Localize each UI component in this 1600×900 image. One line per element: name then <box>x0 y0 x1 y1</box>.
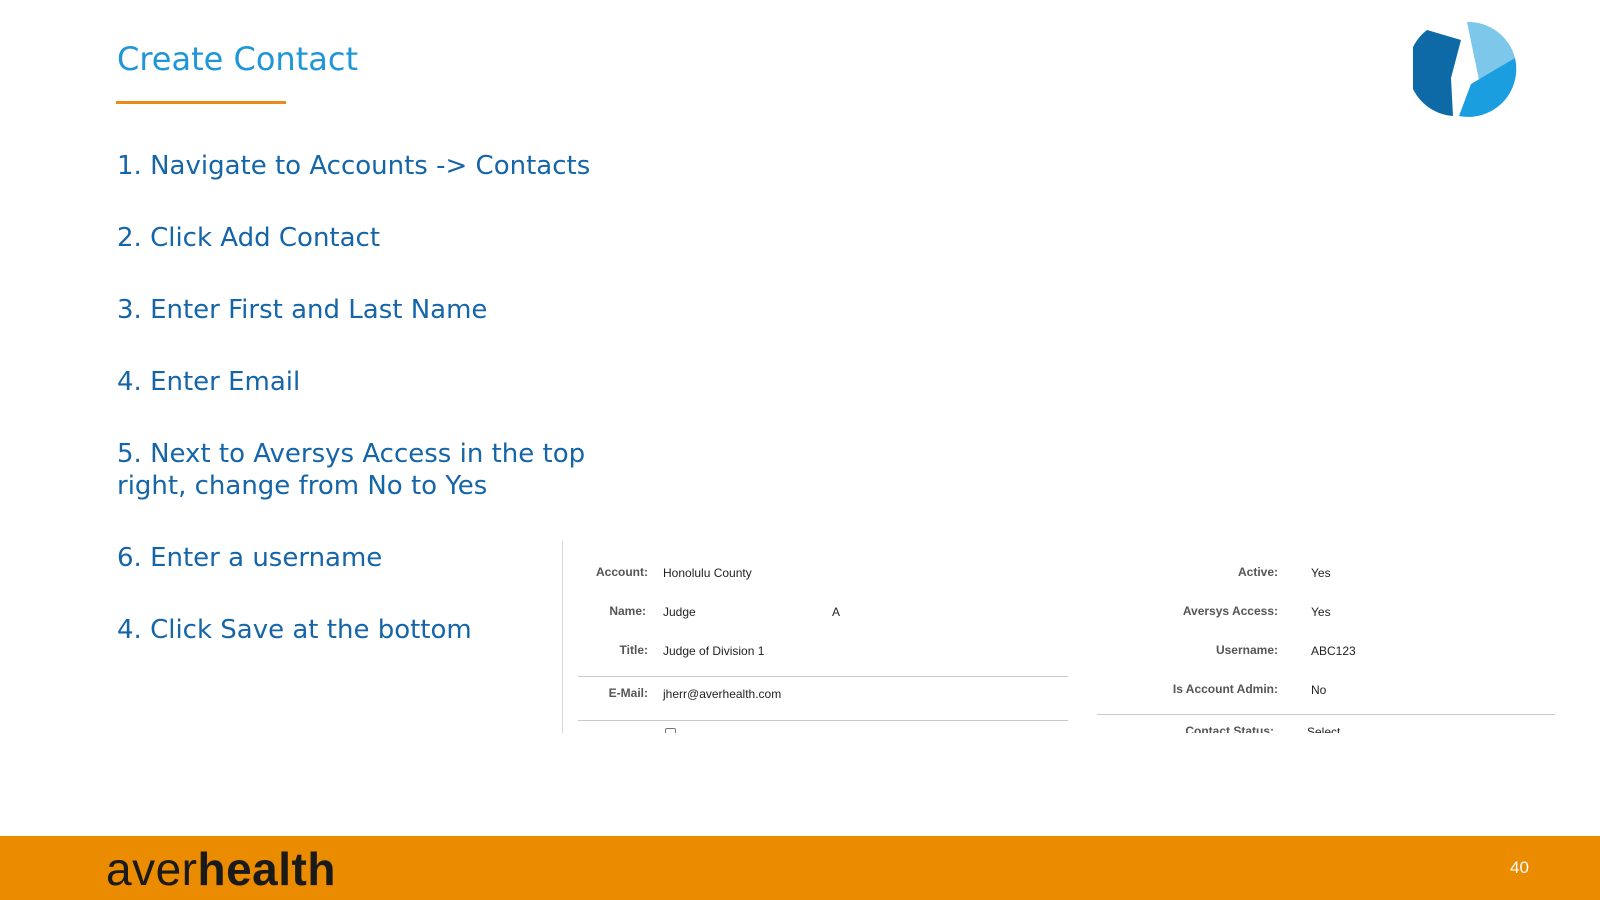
slide-title: Create Contact <box>117 40 358 78</box>
step-7: 4. Click Save at the bottom <box>117 615 472 645</box>
footer-bar: averhealth 40 <box>0 836 1600 900</box>
brand-suffix: health <box>197 843 336 895</box>
contact-form-screenshot: Account: Honolulu County Name: Judge A T… <box>562 541 1562 733</box>
step-4: 4. Enter Email <box>117 367 301 397</box>
active-label: Active: <box>1237 565 1278 579</box>
contact-status-select[interactable]: Select <box>1307 725 1340 733</box>
screenshot-border <box>562 541 563 733</box>
aversys-access-select[interactable]: Yes <box>1311 605 1331 619</box>
account-admin-select[interactable]: No <box>1311 683 1326 697</box>
form-divider <box>1097 714 1555 715</box>
first-name-field[interactable]: Judge <box>663 605 696 619</box>
step-1: 1. Navigate to Accounts -> Contacts <box>117 151 591 181</box>
averhealth-logo-icon <box>1413 21 1517 117</box>
username-label: Username: <box>1215 643 1278 657</box>
aversys-access-label: Aversys Access: <box>1182 604 1278 618</box>
brand-prefix: aver <box>106 843 198 895</box>
title-underline <box>116 101 286 104</box>
username-field[interactable]: ABC123 <box>1311 644 1356 658</box>
step-2: 2. Click Add Contact <box>117 223 381 253</box>
account-label: Account: <box>596 565 648 579</box>
step-3: 3. Enter First and Last Name <box>117 295 488 325</box>
page-number: 40 <box>1510 858 1529 877</box>
active-value[interactable]: Yes <box>1311 566 1331 580</box>
title-field[interactable]: Judge of Division 1 <box>663 644 764 658</box>
account-admin-label: Is Account Admin: <box>1172 682 1278 696</box>
form-divider <box>578 720 1068 721</box>
email-label: E-Mail: <box>608 686 648 700</box>
contact-status-label: Contact Status: <box>1185 724 1274 733</box>
step-5: 5. Next to Aversys Access in the top rig… <box>117 439 586 501</box>
account-value: Honolulu County <box>663 566 752 580</box>
brand-wordmark: averhealth <box>106 842 336 896</box>
checkbox[interactable] <box>665 728 676 733</box>
name-label: Name: <box>609 604 646 618</box>
step-6: 6. Enter a username <box>117 543 383 573</box>
title-label: Title: <box>619 643 648 657</box>
last-name-field[interactable]: A <box>832 605 840 619</box>
form-divider <box>578 676 1068 677</box>
email-field[interactable]: jherr@averhealth.com <box>663 687 781 701</box>
